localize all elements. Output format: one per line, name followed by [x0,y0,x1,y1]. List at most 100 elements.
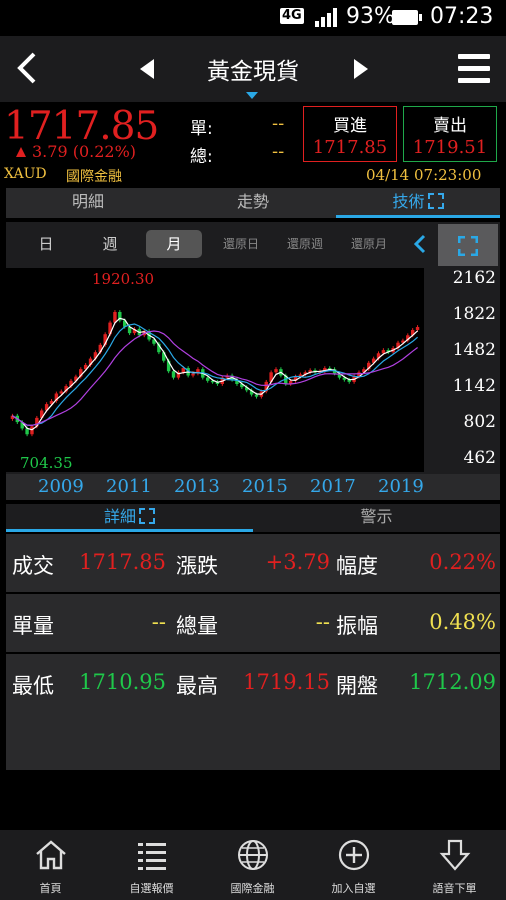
stat-value: -- [151,610,166,634]
y-axis: 2162 1822 1482 1142 802 462 [426,268,500,472]
stats-row: 最低 1710.95 最高 1719.15 開盤 1712.09 [6,654,500,712]
nav-international[interactable]: 國際金融 [202,830,303,900]
download-arrow-icon [439,839,471,871]
tab-technical-label: 技術 [392,192,425,211]
y-tick: 2162 [452,268,496,288]
candle-body [381,350,386,354]
page-title[interactable]: 黃金現貨 [150,52,356,86]
globe-icon [238,840,268,870]
candle-body [274,369,278,373]
stat-value: 1712.09 [409,670,496,694]
price-chart[interactable] [6,268,424,472]
single-volume-label: 單: [190,119,213,139]
y-tick: 1482 [452,340,496,360]
tab-technical[interactable]: 技術 [336,188,500,218]
status-clock: 07:23 [430,4,494,29]
period-adjusted-week[interactable]: 還原週 [274,230,336,258]
chart-high-label: 1920.30 [92,270,155,288]
single-volume-value: -- [272,114,285,134]
expand-icon [427,193,444,209]
nav-home[interactable]: 首頁 [0,830,101,900]
stat-label: 最低 [12,674,54,698]
period-adjusted-day[interactable]: 還原日 [210,230,272,258]
candle-body [254,394,259,397]
stats-panel: 成交 1717.85 漲跌 +3.79 幅度 0.22% 單量 -- 總量 -- 振幅 0.48% 最低… [6,534,500,828]
menu-icon[interactable] [458,54,490,84]
x-tick: 2009 [38,476,84,497]
chevron-left-icon[interactable] [410,234,430,254]
buy-label: 買進 [333,116,367,136]
stat-value: -- [315,610,330,634]
stat-label: 總量 [176,614,218,638]
chart-panel: 日 週 月 還原日 還原週 還原月 1920.30 704.35 2162 182… [6,222,500,500]
candle-body [415,327,420,330]
battery-icon [392,10,422,25]
stat-value: +3.79 [265,550,330,574]
y-tick: 462 [463,448,496,468]
candle-body [25,428,29,435]
period-bar: 日 週 月 還原日 還原週 還原月 [6,222,500,266]
fullscreen-button[interactable] [438,224,498,266]
nav-voice-order-label: 語音下單 [432,882,477,895]
nav-add-watch[interactable]: 加入自選 [303,830,404,900]
stat-value: 0.22% [429,550,496,574]
stat-label: 成交 [12,554,54,578]
bottom-nav: 首頁 自選報價 國際金融 加入自選 語音下單 [0,830,506,900]
quote-panel: 1717.85 3.79 (0.22%) 單: -- 總: -- 買進 1717… [0,102,506,188]
main-tab-bar: 明細 走勢 技術 [6,188,500,218]
sell-button[interactable]: 賣出 1719.51 [403,106,497,162]
stat-label: 最高 [176,674,218,698]
buy-button[interactable]: 買進 1717.85 [303,106,397,162]
x-tick: 2013 [174,476,220,497]
next-item-icon[interactable] [352,57,370,81]
chart-low-label: 704.35 [20,454,73,472]
y-tick: 1822 [452,304,496,324]
tab-trend[interactable]: 走勢 [171,188,335,218]
x-tick: 2015 [242,476,288,497]
price-change-value: 3.79 (0.22%) [32,142,137,161]
tab-alert[interactable]: 警示 [253,504,500,532]
y-tick: 802 [463,412,496,432]
title-bar: 黃金現貨 [0,36,506,102]
nav-watchlist-label: 自選報價 [129,882,174,895]
nav-voice-order[interactable]: 語音下單 [404,830,505,900]
stat-label: 單量 [12,614,54,638]
sub-tab-bar: 詳細 警示 [6,504,500,532]
home-icon [36,840,66,870]
tab-detail[interactable]: 詳細 [6,504,253,532]
network-indicator: 4G [280,8,304,24]
total-volume-value: -- [272,142,285,162]
x-tick: 2019 [378,476,424,497]
buy-price: 1717.85 [312,137,388,158]
sell-price: 1719.51 [412,137,488,158]
sell-label: 賣出 [433,116,467,136]
candle-body [205,377,210,381]
up-triangle-icon [16,147,26,157]
stat-value: 1710.95 [79,670,166,694]
tab-details[interactable]: 明細 [6,188,170,218]
status-bar: 4G 93% 07:23 [0,0,506,36]
total-volume-label: 總: [190,147,213,167]
stats-empty-row [6,710,500,770]
stat-value: 1719.15 [243,670,330,694]
period-adjusted-month[interactable]: 還原月 [338,230,400,258]
back-arrow-icon[interactable] [12,50,42,86]
market-name: 國際金融 [66,169,122,185]
y-tick: 1142 [452,376,496,396]
candle-body [191,373,195,376]
ma-mid-line [12,323,418,427]
period-month[interactable]: 月 [146,230,202,258]
nav-watchlist[interactable]: 自選報價 [101,830,202,900]
x-tick: 2017 [310,476,356,497]
nav-add-watch-label: 加入自選 [331,882,376,895]
candle-body [59,391,63,394]
title-dropdown-caret-icon[interactable] [246,92,258,99]
period-day[interactable]: 日 [20,230,72,258]
tab-detail-label: 詳細 [103,507,136,526]
quote-datetime: 04/14 07:23:00 [366,166,482,184]
signal-icon [315,8,337,27]
stats-row: 單量 -- 總量 -- 振幅 0.48% [6,594,500,652]
nav-international-label: 國際金融 [230,882,275,895]
period-week[interactable]: 週 [84,230,136,258]
price-change: 3.79 (0.22%) [16,142,136,161]
